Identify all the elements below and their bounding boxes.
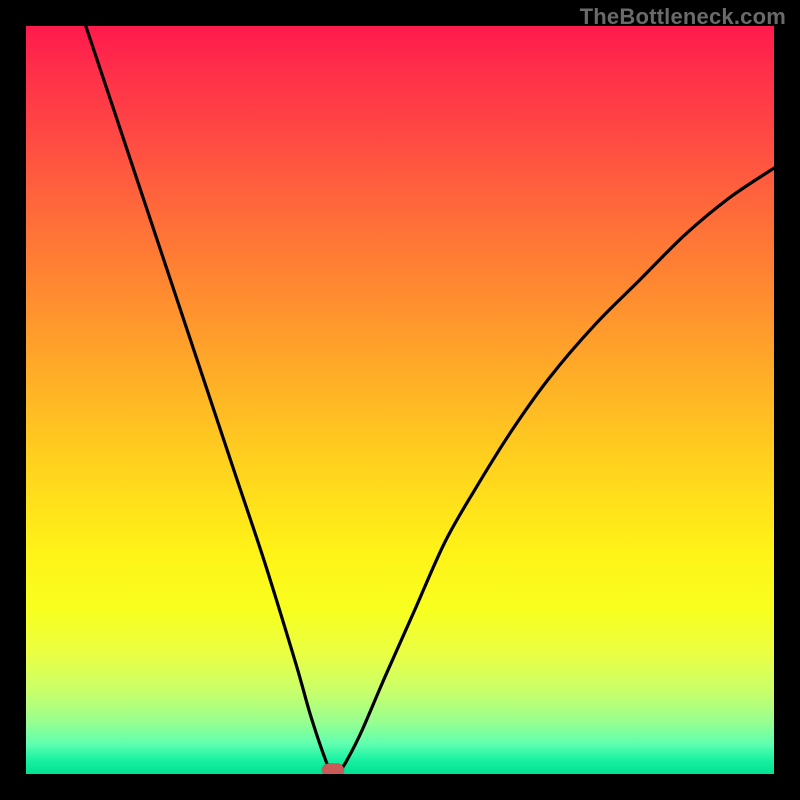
curve-path — [86, 26, 774, 774]
optimal-marker — [322, 764, 344, 775]
chart-frame: TheBottleneck.com — [0, 0, 800, 800]
plot-area — [26, 26, 774, 774]
bottleneck-curve — [26, 26, 774, 774]
watermark-text: TheBottleneck.com — [580, 4, 786, 30]
